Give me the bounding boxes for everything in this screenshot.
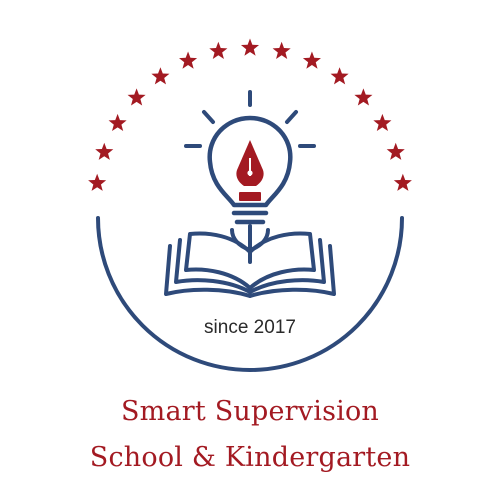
star-icon [302, 51, 321, 69]
star-icon [393, 173, 412, 191]
school-name-line-2: School & Kindergarten [89, 442, 411, 473]
star-icon [88, 173, 107, 191]
open-book-icon [164, 224, 336, 298]
fountain-pen-nib-icon [236, 140, 264, 201]
star-icon [354, 88, 373, 106]
star-icon [179, 51, 198, 69]
star-icon [272, 41, 291, 59]
star-icon [127, 88, 146, 106]
star-icon [330, 67, 349, 85]
star-icon [108, 113, 127, 132]
star-icon [240, 38, 260, 56]
star-icon [373, 113, 392, 132]
star-icon [151, 67, 170, 85]
school-name-line-1: Smart Supervision [120, 396, 379, 427]
founded-tagline: since 2017 [204, 317, 296, 338]
school-logo: since 2017 Smart Supervision School & Ki… [0, 0, 500, 500]
star-icon [95, 142, 114, 160]
star-icon [386, 142, 405, 160]
star-icon [209, 41, 228, 59]
